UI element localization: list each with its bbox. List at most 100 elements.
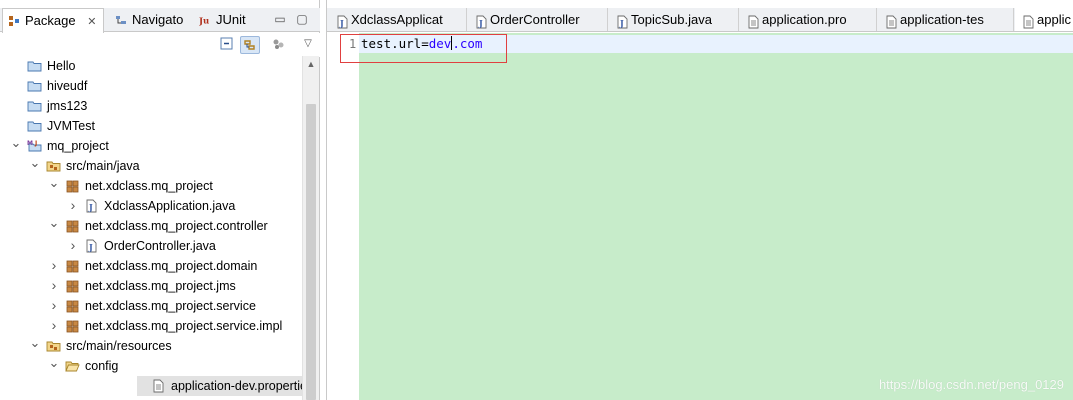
tab-navigator[interactable]: Navigato [110,8,194,32]
svg-text:J: J [339,18,344,28]
editor-tab-label: OrderController [490,12,580,27]
tree-item[interactable]: › net.xdclass.mq_project.jms [0,276,302,296]
tree-item-label: OrderController.java [104,239,216,253]
editor-tab-label: TopicSub.java [631,12,712,27]
java-file-icon: J [84,199,99,213]
link-with-editor-icon [244,40,255,50]
scroll-up-arrow-icon[interactable]: ▲ [303,56,319,72]
editor-tabs: J XdclassApplicat J OrderController J TopicSu… [327,8,1073,32]
folder-icon [27,99,42,113]
tree-item[interactable]: ⌄ net.xdclass.mq_project.controller [0,216,302,236]
chevron-down-icon[interactable]: ⌄ [10,136,22,156]
maximize-view-button[interactable]: ▢ [294,11,310,27]
tree-item[interactable]: › net.xdclass.mq_project.domain [0,256,302,276]
link-with-editor-button[interactable] [240,36,260,54]
tree-item[interactable]: ⌄ src/main/java [0,156,302,176]
view-menu-button[interactable]: ▽ [298,36,318,54]
collapse-all-button[interactable] [218,36,238,54]
tree-item-label: net.xdclass.mq_project [85,179,213,193]
tree-item[interactable]: › net.xdclass.mq_project.service [0,296,302,316]
editor-tab-label: application.pro [762,12,847,27]
chevron-right-icon[interactable]: › [67,196,79,216]
editor-tab[interactable]: applic [1015,8,1073,31]
editor-tab[interactable]: J OrderController [468,8,608,31]
tree-item-label: net.xdclass.mq_project.controller [85,219,268,233]
editor-tab[interactable]: application.pro [740,8,877,31]
properties-file-icon [1021,13,1034,29]
package-icon [65,259,80,273]
tree-item[interactable]: hiveudf [0,76,302,96]
chevron-down-icon[interactable]: ⌄ [48,176,60,196]
package-explorer-icon [9,16,19,26]
tree-item[interactable]: jms123 [0,96,302,116]
tree-item[interactable]: › J XdclassApplication.java [0,196,302,216]
editor-pane: J XdclassApplicat J OrderController J TopicSu… [326,0,1073,400]
tree-item-label: src/main/resources [66,339,172,353]
tree-item[interactable]: › net.xdclass.mq_project.service.impl [0,316,302,336]
package-icon [65,219,80,233]
package-icon [65,299,80,313]
navigator-icon [116,16,126,24]
tree-item-label: src/main/java [66,159,140,173]
tree-item[interactable]: › J OrderController.java [0,236,302,256]
editor-tab-label: application-tes [900,12,984,27]
java-file-icon: J [615,13,628,29]
package-explorer-pane: Package ✕ Navigato Ju JUnit ▭ ▢ ▽ Hello h… [0,0,320,400]
tree-item[interactable]: ⌄ M Jmq_project [0,136,302,156]
tree-item-label: JVMTest [47,119,95,133]
close-tab-icon[interactable]: ✕ [87,11,96,34]
tree-item[interactable]: JVMTest [0,116,302,136]
chevron-right-icon[interactable]: › [48,296,60,316]
scrollbar-thumb[interactable] [306,104,316,400]
code-text-area[interactable]: test.url=dev.com [359,33,1073,400]
folder-icon [27,59,42,73]
svg-text:J: J [88,202,93,212]
chevron-right-icon[interactable]: › [48,276,60,296]
tree-vertical-scrollbar[interactable]: ▲ [302,56,319,400]
package-icon [65,319,80,333]
java-file-icon: J [84,239,99,253]
tree-item-label: net.xdclass.mq_project.service [85,299,256,313]
properties-file-icon [151,379,166,393]
view-filters-button[interactable] [270,36,290,54]
left-view-tabs: Package ✕ Navigato Ju JUnit ▭ ▢ [0,8,320,33]
tree-item[interactable]: application-dev.properties [137,376,302,396]
editor-tab-label: applic [1037,12,1071,27]
chevron-down-icon[interactable]: ⌄ [48,216,60,236]
chevron-right-icon[interactable]: › [67,236,79,256]
folder-icon [27,119,42,133]
tab-package-explorer[interactable]: Package ✕ [2,8,104,33]
tree-item[interactable]: ⌄ net.xdclass.mq_project [0,176,302,196]
tree-item-label: mq_project [47,139,109,153]
tree-item-label: net.xdclass.mq_project.jms [85,279,236,293]
tree-item-label: net.xdclass.mq_project.domain [85,259,258,273]
java-file-icon: J [335,13,348,29]
svg-text:J: J [34,140,37,147]
chevron-down-icon: ▽ [304,38,312,49]
properties-file-icon [746,13,759,29]
chevron-down-icon[interactable]: ⌄ [29,156,41,176]
annotation-ruler [327,33,341,400]
editor-tab-label: XdclassApplicat [351,12,443,27]
package-explorer-toolbar: ▽ [0,33,320,57]
editor-tab[interactable]: application-tes [878,8,1014,31]
editor-tab[interactable]: J XdclassApplicat [329,8,467,31]
line-number-gutter [341,33,359,400]
chevron-down-icon[interactable]: ⌄ [29,336,41,356]
tree-item[interactable]: Hello [0,56,302,76]
editor-tab[interactable]: J TopicSub.java [609,8,739,31]
chevron-down-icon[interactable]: ⌄ [48,356,60,376]
chevron-right-icon[interactable]: › [48,256,60,276]
tree-item-label: net.xdclass.mq_project.service.impl [85,319,283,333]
open-folder-icon [65,359,80,373]
tree-item-label: hiveudf [47,79,88,93]
tree-item-label: config [85,359,119,373]
red-highlight-box [340,34,507,63]
watermark: https://blog.csdn.net/peng_0129 [878,377,1064,392]
minimize-view-button[interactable]: ▭ [272,11,288,27]
tab-junit[interactable]: Ju JUnit [194,8,254,32]
folder-icon [27,79,42,93]
tree-item[interactable]: ⌄ config [0,356,302,376]
tree-item[interactable]: ⌄ src/main/resources [0,336,302,356]
chevron-right-icon[interactable]: › [48,316,60,336]
